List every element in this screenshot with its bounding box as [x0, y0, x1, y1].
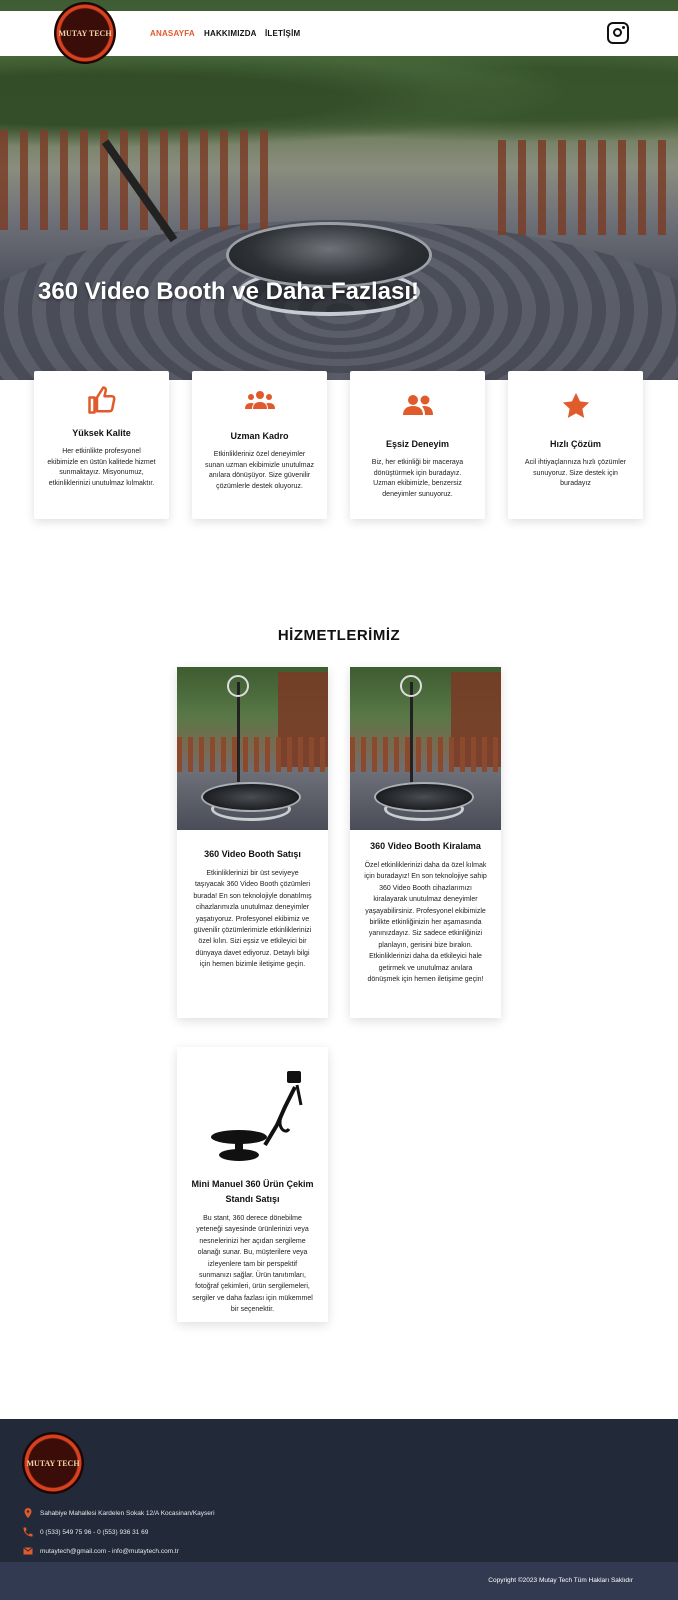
footer-address: Sahabiye Mahallesi Kardelen Sokak 12/A K… — [22, 1507, 215, 1519]
location-pin-icon — [24, 1508, 32, 1518]
footer-logo-text: MUTAY TECH — [26, 1458, 80, 1468]
hero-fence-right — [498, 140, 678, 235]
site-logo[interactable]: MUTAY TECH — [54, 2, 116, 64]
services-title: HİZMETLERİMİZ — [277, 627, 401, 644]
hero-fence-left — [0, 130, 280, 230]
feature-text: Etkinlikleriniz özel deneyimler sunan uz… — [205, 451, 314, 490]
product-stand-image — [211, 1071, 303, 1161]
service-title: Mini Manuel 360 Ürün Çekim Standı Satışı — [191, 1179, 314, 1204]
feature-title: Hızlı Çözüm — [550, 439, 601, 449]
service-card-booth-sale[interactable]: 360 Video Booth Satışı Etkinliklerinizi … — [177, 667, 328, 1018]
service-photo — [177, 667, 328, 830]
service-title: 360 Video Booth Kiralama — [370, 841, 481, 851]
footer-phone: 0 (533) 549 75 96 - 0 (553) 936 31 69 — [22, 1526, 148, 1538]
feature-text: Biz, her etkinliği bir maceraya dönüştür… — [371, 459, 464, 498]
team-icon — [244, 391, 275, 409]
feature-card-team: Uzman Kadro Etkinlikleriniz özel deneyim… — [192, 371, 327, 519]
logo-text: MUTAY TECH — [58, 28, 112, 38]
copyright-text: Copyright ©2023 Mutay Tech Tüm Hakları S… — [488, 1577, 633, 1584]
footer-address-text: Sahabiye Mahallesi Kardelen Sokak 12/A K… — [40, 1509, 215, 1517]
feature-text: Acil ihtiyaçlarınıza hızlı çözümler sunu… — [524, 459, 627, 487]
service-card-booth-rental[interactable]: 360 Video Booth Kiralama Özel etkinlikle… — [350, 667, 501, 1018]
nav-item-hakkimizda[interactable]: HAKKIMIZDA — [204, 29, 257, 38]
site-footer: MUTAY TECH Sahabiye Mahallesi Kardelen S… — [0, 1419, 678, 1562]
mail-icon — [23, 1547, 33, 1555]
star-icon — [562, 392, 589, 418]
instagram-icon[interactable] — [607, 22, 629, 44]
footer-phone-text[interactable]: 0 (533) 549 75 96 - 0 (553) 936 31 69 — [40, 1529, 148, 1536]
service-title: 360 Video Booth Satışı — [204, 849, 301, 859]
footer-logo[interactable]: MUTAY TECH — [22, 1432, 84, 1494]
nav-item-iletisim[interactable]: İLETİŞİM — [265, 29, 300, 38]
service-photo — [350, 667, 501, 830]
feature-card-experience: Eşsiz Deneyim Biz, her etkinliği bir mac… — [350, 371, 485, 519]
feature-title: Eşsiz Deneyim — [385, 439, 450, 449]
service-text: Etkinliklerinizi bir üst seviyeye taşıya… — [193, 870, 312, 969]
phone-icon — [23, 1527, 33, 1537]
footer-email-text[interactable]: mutaytech@gmail.com - info@mutaytech.com… — [40, 1548, 179, 1555]
users-icon — [402, 395, 433, 415]
service-photo — [177, 1047, 328, 1177]
footer-email: mutaytech@gmail.com - info@mutaytech.com… — [22, 1545, 179, 1557]
copyright-bar: Copyright ©2023 Mutay Tech Tüm Hakları S… — [0, 1562, 678, 1600]
service-card-product-stand[interactable]: Mini Manuel 360 Ürün Çekim Standı Satışı… — [177, 1047, 328, 1322]
nav-item-anasayfa[interactable]: ANASAYFA — [150, 29, 195, 38]
feature-title: Yüksek Kalite — [72, 428, 131, 438]
service-text: Bu stant, 360 derece dönebilme yeteneği … — [192, 1215, 313, 1314]
thumbs-up-icon — [87, 386, 116, 414]
feature-card-fast: Hızlı Çözüm Acil ihtiyaçlarınıza hızlı ç… — [508, 371, 643, 519]
feature-card-quality: Yüksek Kalite Her etkinlikte profesyonel… — [34, 371, 169, 519]
feature-title: Uzman Kadro — [230, 431, 289, 441]
feature-text: Her etkinlikte profesyonel ekibimizle en… — [47, 448, 156, 487]
service-text: Özel etkinliklerinizi daha da özel kılma… — [364, 862, 487, 984]
hero-title: 360 Video Booth ve Daha Fazlası! — [38, 278, 420, 305]
